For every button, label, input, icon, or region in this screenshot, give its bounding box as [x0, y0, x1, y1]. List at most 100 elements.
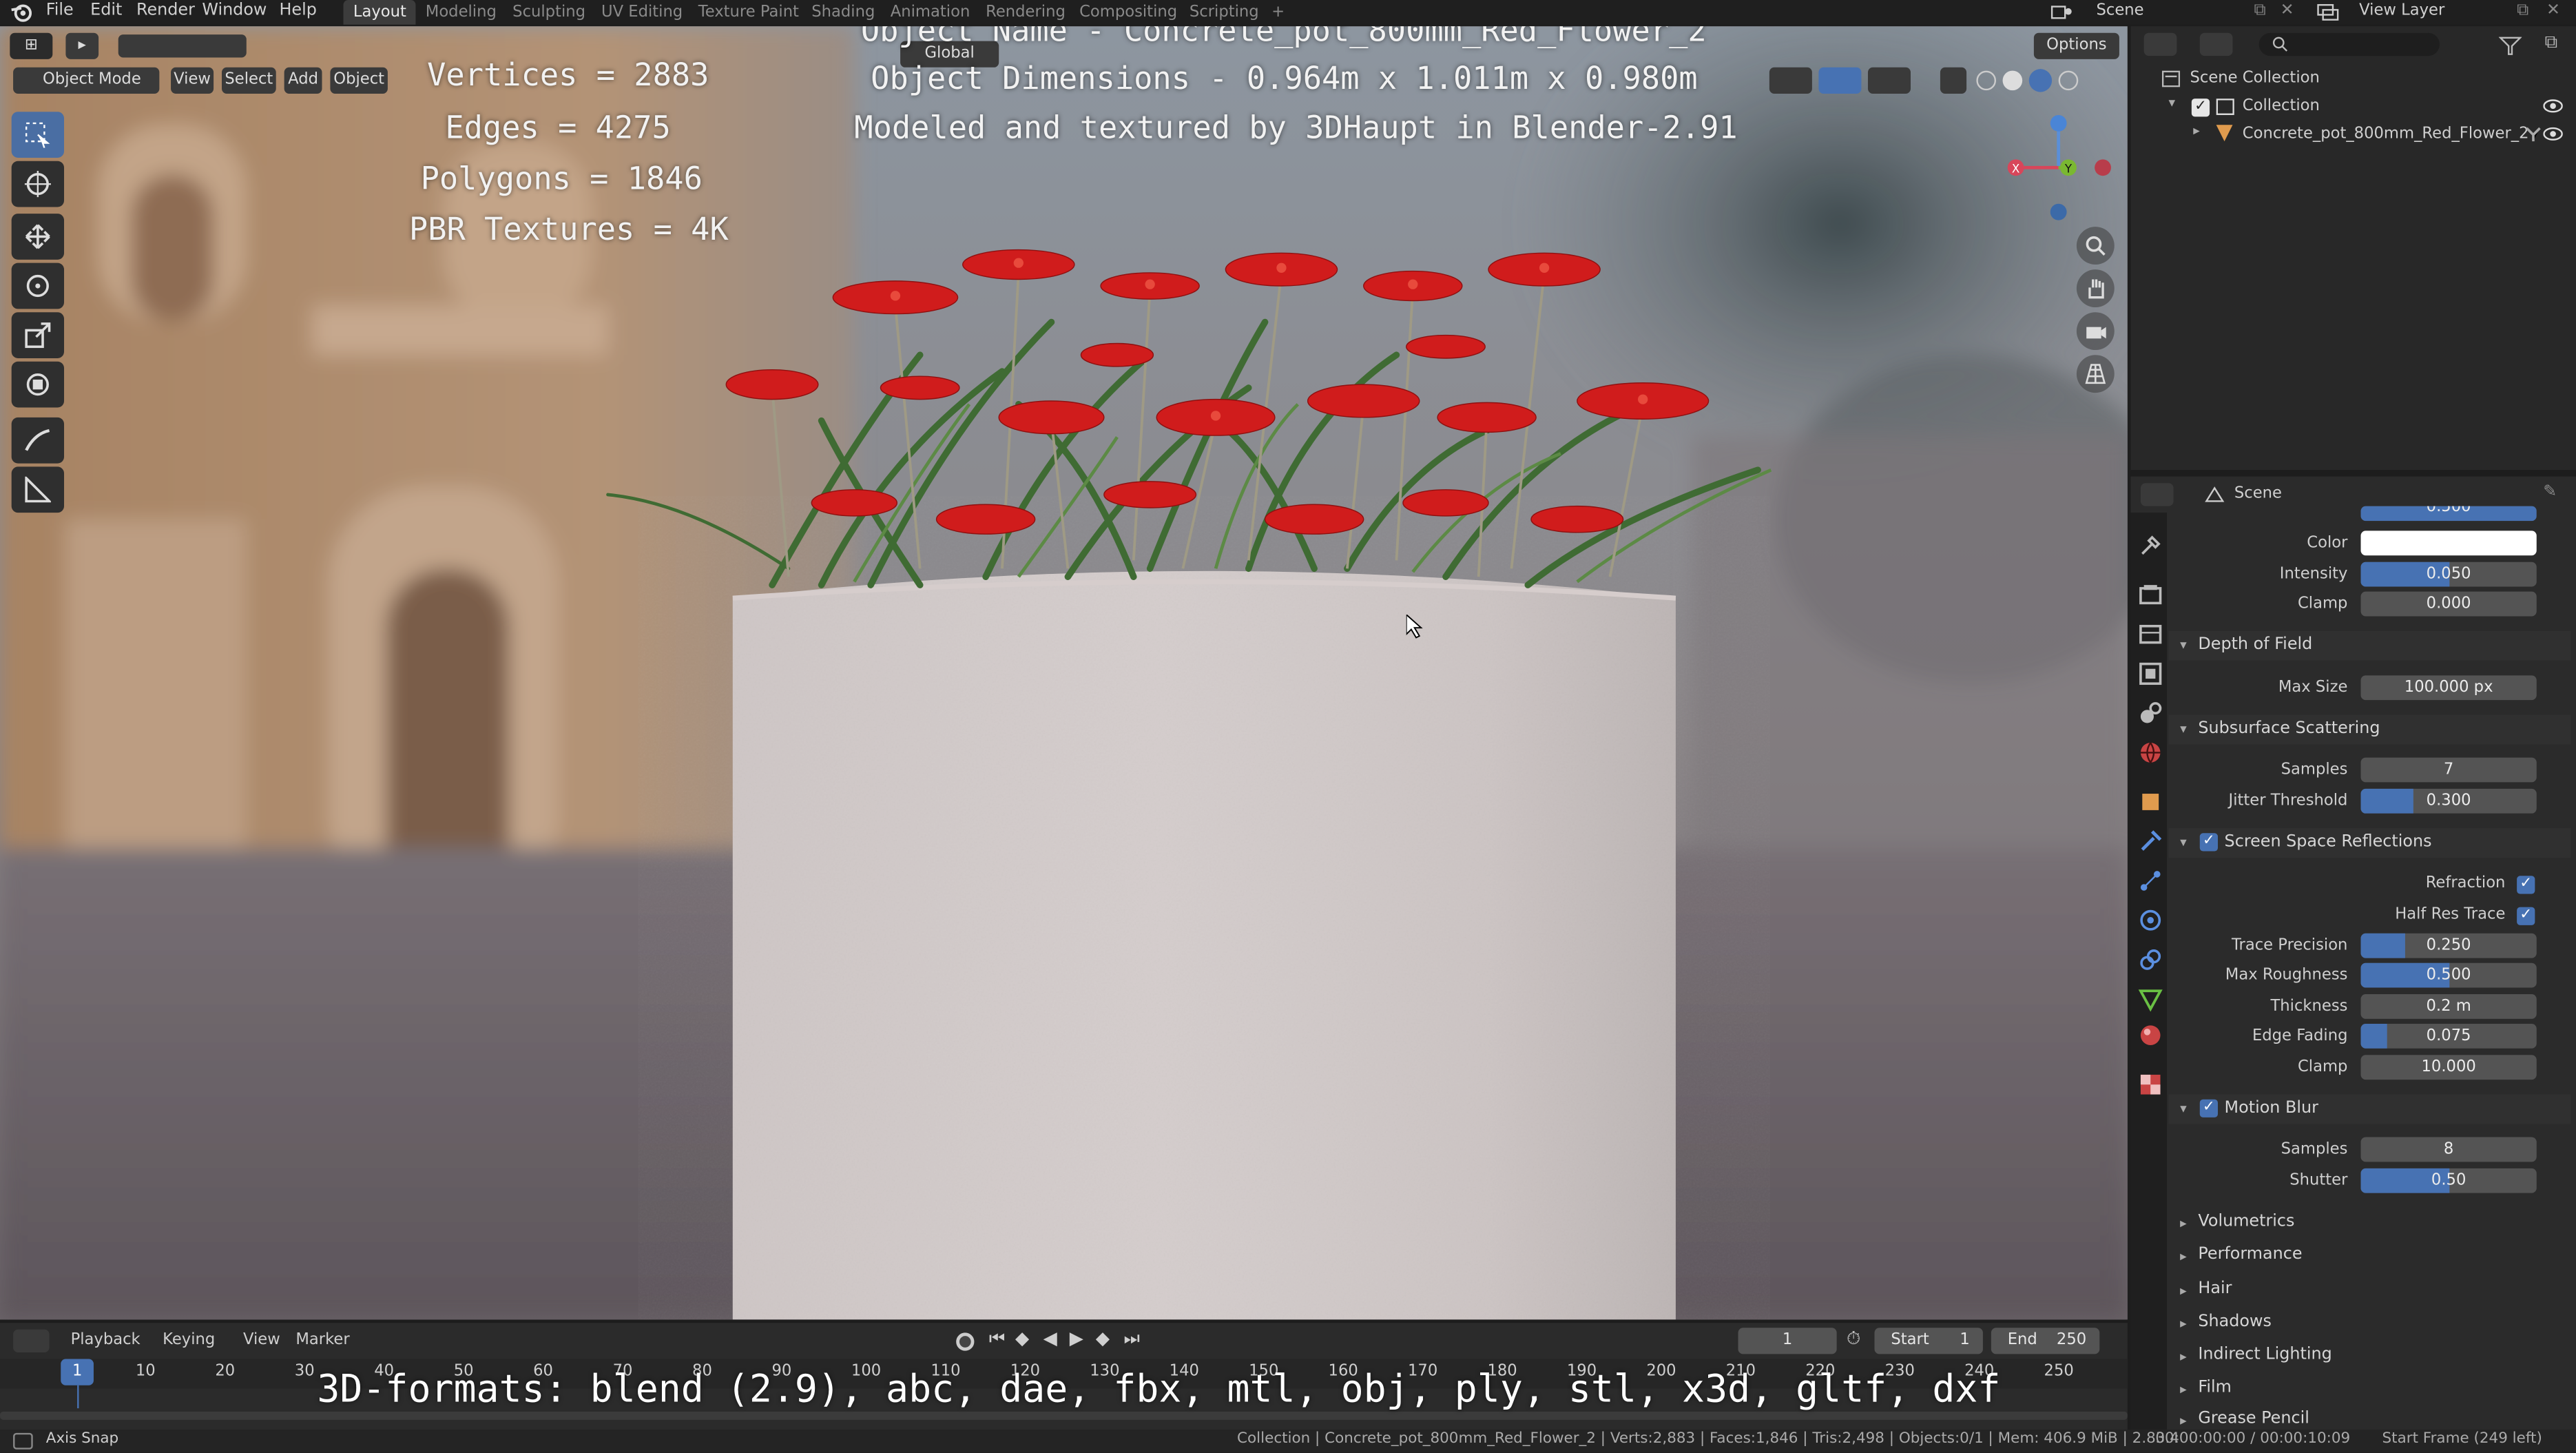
delete-scene-icon[interactable]: ✕: [2281, 0, 2294, 23]
tab-scripting[interactable]: Scripting: [1190, 0, 1259, 25]
sss-samples-field[interactable]: 7: [2360, 757, 2537, 783]
dof-expand-icon[interactable]: ▾: [2180, 637, 2187, 652]
view-layer-name[interactable]: View Layer: [2359, 0, 2444, 23]
world-tab-icon[interactable]: [2137, 739, 2163, 765]
end-frame-field[interactable]: End 250: [1991, 1328, 2100, 1354]
material-shading-icon[interactable]: [2028, 69, 2053, 92]
output-tab-icon[interactable]: [2137, 621, 2163, 648]
visibility-icon[interactable]: [1769, 67, 1812, 94]
tab-uv-editing[interactable]: UV Editing: [601, 0, 683, 25]
particles-tab-icon[interactable]: [2137, 867, 2163, 894]
ao-color-swatch[interactable]: [2360, 530, 2537, 556]
trace-precision-slider[interactable]: 0.250: [2360, 933, 2537, 958]
constraints-tab-icon[interactable]: [2137, 947, 2163, 973]
sss-expand-icon[interactable]: ▾: [2180, 721, 2187, 736]
collection-visibility-eye-icon[interactable]: [2543, 99, 2563, 113]
texture-tab-icon[interactable]: [2137, 1071, 2163, 1098]
menu-help[interactable]: Help: [279, 0, 316, 23]
select-box-tool[interactable]: [11, 112, 65, 158]
camera-view-icon[interactable]: [2076, 312, 2115, 351]
object-visibility-eye-icon[interactable]: [2543, 127, 2563, 141]
measure-tool[interactable]: [11, 466, 65, 513]
object-mode-dropdown[interactable]: Object Mode: [13, 67, 160, 94]
filter-icon[interactable]: [2498, 31, 2525, 55]
performance-section[interactable]: Performance: [2198, 1246, 2302, 1264]
rotate-tool[interactable]: [11, 262, 65, 309]
jump-end-button[interactable]: ⏭: [1123, 1328, 1140, 1350]
edge-fading-slider[interactable]: 0.075: [2360, 1023, 2537, 1049]
collection-checkbox[interactable]: ✓: [2191, 99, 2210, 117]
xray-toggle-icon[interactable]: [1940, 67, 1967, 94]
playback-menu[interactable]: Playback: [71, 1331, 141, 1349]
zoom-icon[interactable]: [2076, 227, 2115, 265]
tab-layout[interactable]: Layout: [343, 0, 417, 25]
properties-editor-type-icon[interactable]: [2140, 483, 2174, 506]
hair-expand-icon[interactable]: ▸: [2180, 1284, 2187, 1298]
scale-tool[interactable]: [11, 312, 65, 358]
perspective-toggle-icon[interactable]: [2076, 355, 2115, 393]
selection-mode-buttons[interactable]: [118, 34, 247, 58]
grease-pencil-expand-icon[interactable]: ▸: [2180, 1413, 2187, 1428]
physics-tab-icon[interactable]: [2137, 907, 2163, 934]
shadows-section[interactable]: Shadows: [2198, 1313, 2272, 1331]
pan-hand-icon[interactable]: [2076, 269, 2115, 308]
max-size-field[interactable]: 100.000 px: [2360, 675, 2537, 701]
dof-title[interactable]: Depth of Field: [2198, 636, 2312, 654]
jump-start-button[interactable]: ⏮: [989, 1328, 1006, 1350]
motion-blur-samples-field[interactable]: 8: [2360, 1137, 2537, 1162]
pin-icon[interactable]: ✎: [2543, 483, 2557, 501]
new-view-layer-icon[interactable]: ⧉: [2517, 0, 2528, 23]
ssr-clamp-field[interactable]: 10.000: [2360, 1055, 2537, 1080]
timeline-editor-type-icon[interactable]: [13, 1329, 50, 1353]
scene-tab-icon[interactable]: [2137, 700, 2163, 726]
outliner-search-input[interactable]: [2258, 32, 2440, 56]
menu-file[interactable]: File: [46, 0, 74, 23]
new-scene-icon[interactable]: ⧉: [2254, 0, 2265, 23]
add-workspace-button[interactable]: +: [1271, 0, 1285, 25]
tab-sculpting[interactable]: Sculpting: [512, 0, 585, 25]
ao-clamp-field[interactable]: 0.000: [2360, 591, 2537, 617]
overlay-toggle-icon[interactable]: [1867, 67, 1911, 94]
object-tab-icon[interactable]: [2137, 789, 2163, 815]
play-button[interactable]: ▶: [1070, 1328, 1083, 1349]
wireframe-shading-icon[interactable]: [1976, 70, 1997, 91]
delete-view-layer-icon[interactable]: ✕: [2546, 0, 2560, 23]
marker-menu[interactable]: Marker: [295, 1331, 349, 1349]
menu-edit[interactable]: Edit: [90, 0, 122, 23]
indirect-lighting-section[interactable]: Indirect Lighting: [2198, 1346, 2331, 1363]
material-tab-icon[interactable]: [2137, 1022, 2163, 1049]
performance-expand-icon[interactable]: ▸: [2180, 1249, 2187, 1264]
ssr-title[interactable]: Screen Space Reflections: [2225, 833, 2432, 851]
timer-icon[interactable]: ⏱: [1847, 1328, 1860, 1350]
transform-tool[interactable]: [11, 361, 65, 408]
viewport-menu-object[interactable]: Object: [330, 67, 388, 94]
menu-render[interactable]: Render: [136, 0, 195, 23]
current-frame-field[interactable]: 1: [1738, 1328, 1837, 1354]
max-roughness-slider[interactable]: 0.500: [2360, 962, 2537, 988]
object-label[interactable]: Concrete_pot_800mm_Red_Flower_2: [2243, 125, 2529, 143]
object-expand-icon[interactable]: ▸: [2193, 123, 2200, 138]
timeline-scrollbar[interactable]: [0, 1411, 2128, 1420]
volumetrics-section[interactable]: Volumetrics: [2198, 1213, 2294, 1230]
tool-tab-icon[interactable]: [2137, 533, 2163, 559]
shadows-expand-icon[interactable]: ▸: [2180, 1317, 2187, 1331]
motion-blur-enable-checkbox[interactable]: ✓: [2199, 1099, 2219, 1117]
render-tab-icon[interactable]: [2137, 581, 2163, 608]
tab-shading[interactable]: Shading: [811, 0, 875, 25]
tab-modeling[interactable]: Modeling: [426, 0, 497, 25]
start-frame-field[interactable]: Start 1: [1874, 1328, 1983, 1354]
indirect-lighting-expand-icon[interactable]: ▸: [2180, 1349, 2187, 1363]
sss-title[interactable]: Subsurface Scattering: [2198, 720, 2380, 738]
tab-texture-paint[interactable]: Texture Paint: [698, 0, 799, 25]
hair-section[interactable]: Hair: [2198, 1280, 2232, 1298]
film-expand-icon[interactable]: ▸: [2180, 1382, 2187, 1397]
tab-compositing[interactable]: Compositing: [1079, 0, 1177, 25]
scene-collection-label[interactable]: Scene Collection: [2190, 69, 2319, 87]
jump-keyframe-back-button[interactable]: ◆: [1015, 1328, 1029, 1349]
grease-pencil-section[interactable]: Grease Pencil: [2198, 1410, 2309, 1427]
options-dropdown[interactable]: Options: [2033, 32, 2119, 59]
navigation-gizmo[interactable]: X Y: [2001, 112, 2116, 227]
viewport-menu-view[interactable]: View: [171, 67, 214, 94]
collection-label[interactable]: Collection: [2243, 97, 2320, 115]
gizmo-toggle-icon[interactable]: [1818, 67, 1862, 94]
